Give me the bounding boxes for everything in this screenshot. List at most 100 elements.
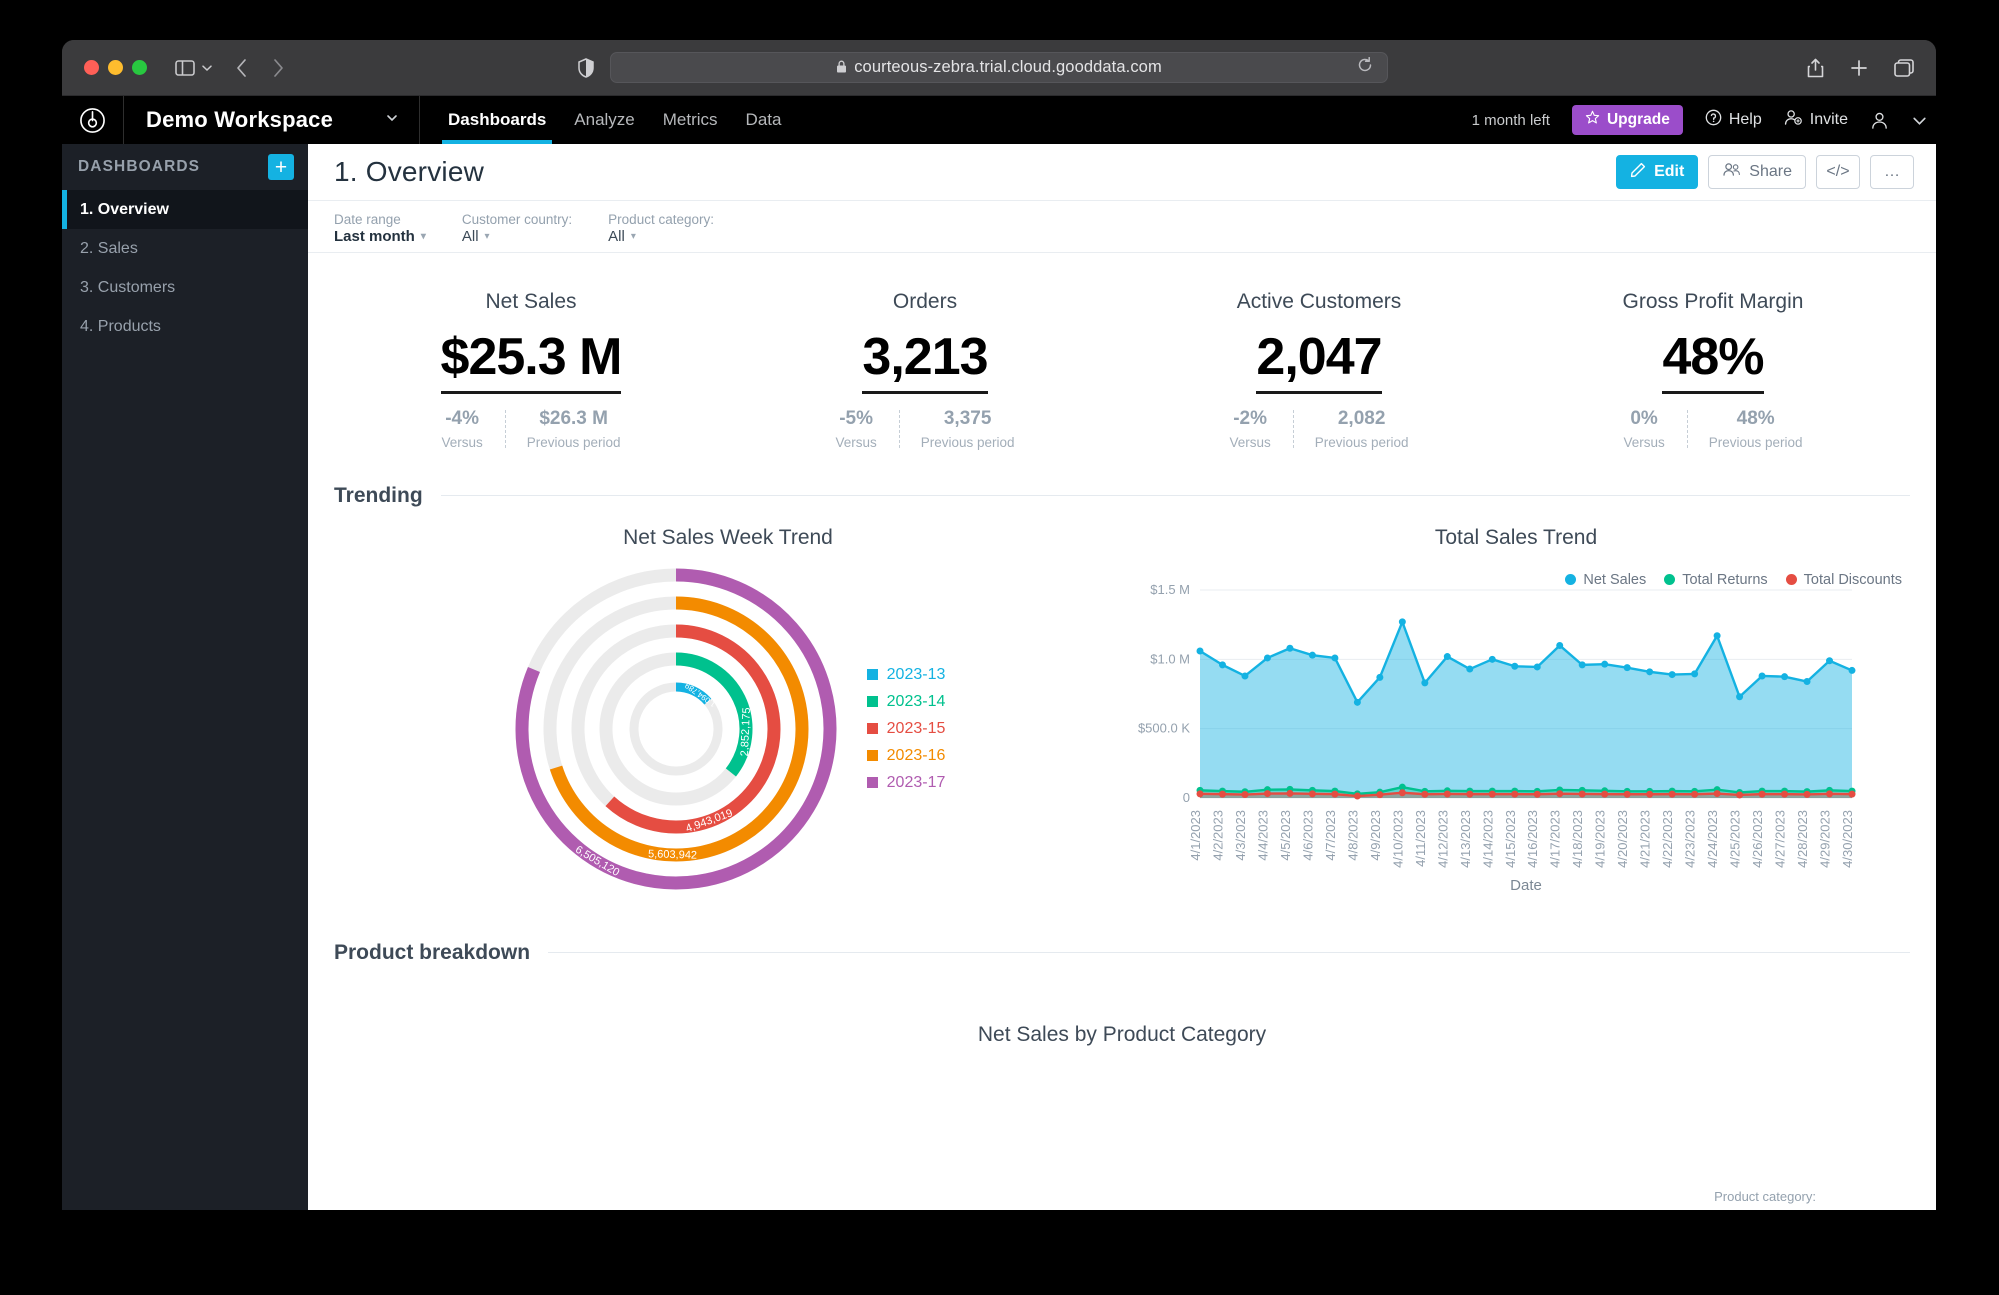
more-options-button[interactable]: … [1870, 155, 1914, 189]
legend-item-2023-17[interactable]: 2023-17 [867, 769, 946, 796]
data-point[interactable] [1511, 662, 1518, 669]
kpi-orders[interactable]: Orders 3,213 -5% Versus 3,375 [728, 290, 1122, 450]
data-point[interactable] [1646, 790, 1653, 797]
data-point[interactable] [1534, 663, 1541, 670]
legend-item-2023-14[interactable]: 2023-14 [867, 688, 946, 715]
radial-chart-legend[interactable]: 2023-132023-142023-152023-162023-17 [867, 661, 946, 796]
maximize-window-button[interactable] [132, 60, 147, 75]
help-button[interactable]: Help [1705, 109, 1762, 131]
data-point[interactable] [1219, 790, 1226, 797]
nav-dashboards[interactable]: Dashboards [446, 96, 548, 144]
filter-date-range[interactable]: Date range Last month ▾ [334, 211, 426, 245]
data-point[interactable] [1534, 790, 1541, 797]
data-point[interactable] [1197, 790, 1204, 797]
invite-button[interactable]: Invite [1784, 109, 1848, 131]
data-point[interactable] [1601, 790, 1608, 797]
data-point[interactable] [1264, 654, 1271, 661]
kpi-gross-profit-margin[interactable]: Gross Profit Margin 48% 0% Versus 48% [1516, 290, 1910, 450]
data-point[interactable] [1759, 672, 1766, 679]
data-point[interactable] [1781, 790, 1788, 797]
nav-analyze[interactable]: Analyze [572, 96, 636, 144]
new-tab-icon[interactable] [1850, 59, 1868, 77]
kpi-net-sales[interactable]: Net Sales $25.3 M -4% Versus $26.3 M [334, 290, 728, 450]
data-point[interactable] [1579, 790, 1586, 797]
data-point[interactable] [1354, 792, 1361, 799]
data-point[interactable] [1489, 790, 1496, 797]
data-point[interactable] [1556, 642, 1563, 649]
data-point[interactable] [1331, 654, 1338, 661]
data-point[interactable] [1354, 698, 1361, 705]
data-point[interactable] [1556, 790, 1563, 797]
data-point[interactable] [1421, 679, 1428, 686]
legend-item-total-discounts[interactable]: Total Discounts [1786, 572, 1902, 588]
legend-item-2023-15[interactable]: 2023-15 [867, 715, 946, 742]
data-point[interactable] [1219, 661, 1226, 668]
edit-button[interactable]: Edit [1616, 155, 1698, 189]
data-point[interactable] [1376, 673, 1383, 680]
data-point[interactable] [1826, 790, 1833, 797]
sidebar-item-sales[interactable]: 2. Sales [62, 229, 308, 268]
data-point[interactable] [1309, 790, 1316, 797]
data-point[interactable] [1826, 657, 1833, 664]
legend-item-2023-16[interactable]: 2023-16 [867, 742, 946, 769]
sidebar-item-customers[interactable]: 3. Customers [62, 268, 308, 307]
data-point[interactable] [1399, 618, 1406, 625]
upgrade-button[interactable]: Upgrade [1572, 105, 1683, 135]
legend-item-net-sales[interactable]: Net Sales [1565, 572, 1646, 588]
data-point[interactable] [1781, 673, 1788, 680]
data-point[interactable] [1691, 790, 1698, 797]
close-window-button[interactable] [84, 60, 99, 75]
data-point[interactable] [1286, 790, 1293, 797]
data-point[interactable] [1849, 790, 1856, 797]
data-point[interactable] [1669, 671, 1676, 678]
embed-code-button[interactable]: </> [1816, 155, 1860, 189]
address-bar[interactable]: courteous-zebra.trial.cloud.gooddata.com [610, 52, 1388, 83]
header-chevron-down-icon[interactable] [1911, 112, 1928, 129]
minimize-window-button[interactable] [108, 60, 123, 75]
net-sales-week-trend-widget[interactable]: Net Sales Week Trend 1,094,7892,852,1754… [334, 526, 1122, 907]
add-dashboard-button[interactable]: + [268, 154, 294, 180]
data-point[interactable] [1714, 790, 1721, 797]
data-point[interactable] [1286, 644, 1293, 651]
data-point[interactable] [1197, 647, 1204, 654]
data-point[interactable] [1624, 664, 1631, 671]
data-point[interactable] [1714, 632, 1721, 639]
data-point[interactable] [1736, 693, 1743, 700]
data-point[interactable] [1466, 665, 1473, 672]
data-point[interactable] [1804, 790, 1811, 797]
data-point[interactable] [1624, 790, 1631, 797]
data-point[interactable] [1399, 789, 1406, 796]
window-controls[interactable] [84, 60, 147, 75]
filter-value[interactable]: All ▾ [462, 228, 572, 245]
data-point[interactable] [1804, 678, 1811, 685]
reload-icon[interactable] [1357, 57, 1373, 78]
data-point[interactable] [1849, 667, 1856, 674]
share-button[interactable]: Share [1708, 155, 1806, 189]
privacy-shield-icon[interactable] [578, 58, 594, 78]
data-point[interactable] [1691, 670, 1698, 677]
data-point[interactable] [1241, 672, 1248, 679]
data-point[interactable] [1736, 791, 1743, 798]
gooddata-logo[interactable] [62, 96, 124, 144]
share-icon[interactable] [1807, 58, 1824, 78]
nav-metrics[interactable]: Metrics [661, 96, 720, 144]
data-point[interactable] [1489, 655, 1496, 662]
filter-product-category[interactable]: Product category: All ▾ [608, 211, 714, 245]
data-point[interactable] [1601, 660, 1608, 667]
total-sales-trend-widget[interactable]: Total Sales Trend Net SalesTotal Returns… [1122, 526, 1910, 907]
data-point[interactable] [1579, 661, 1586, 668]
sidebar-item-products[interactable]: 4. Products [62, 307, 308, 346]
data-point[interactable] [1444, 653, 1451, 660]
forward-arrow-icon[interactable] [272, 58, 285, 78]
data-point[interactable] [1241, 791, 1248, 798]
data-point[interactable] [1444, 790, 1451, 797]
back-arrow-icon[interactable] [235, 58, 248, 78]
tab-overview-icon[interactable] [1894, 59, 1914, 77]
legend-item-total-returns[interactable]: Total Returns [1664, 572, 1767, 588]
filter-value[interactable]: All ▾ [608, 228, 714, 245]
data-point[interactable] [1309, 651, 1316, 658]
workspace-selector[interactable]: Demo Workspace [124, 96, 420, 144]
data-point[interactable] [1669, 790, 1676, 797]
kpi-active-customers[interactable]: Active Customers 2,047 -2% Versus 2,082 [1122, 290, 1516, 450]
data-point[interactable] [1421, 790, 1428, 797]
